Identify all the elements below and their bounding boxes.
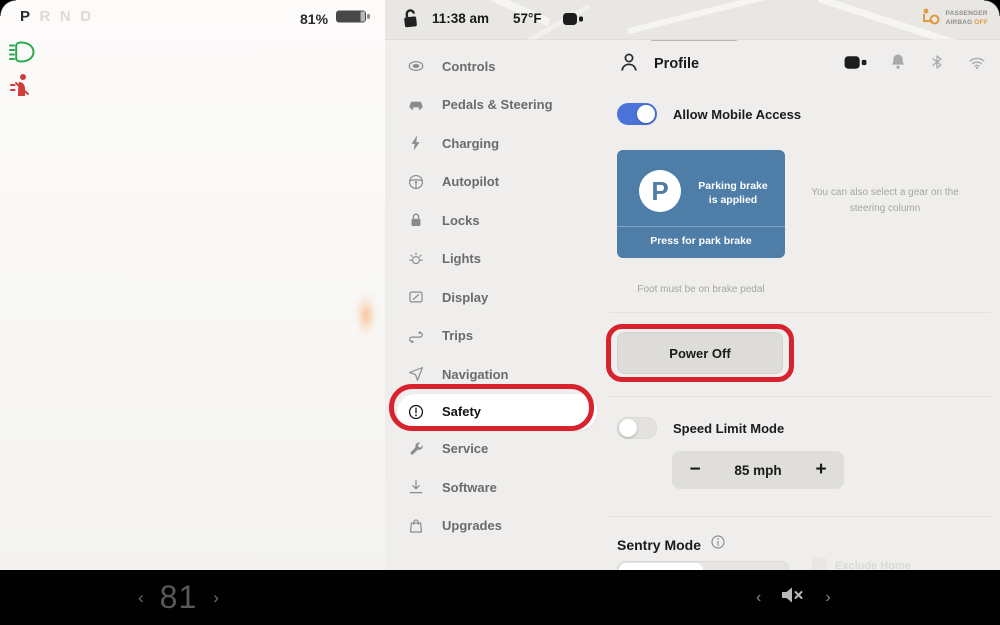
bluetooth-icon[interactable]: [928, 51, 946, 78]
dashcam-icon[interactable]: [561, 10, 585, 33]
person-icon: [617, 50, 641, 79]
volume-down-chevron[interactable]: ‹: [756, 589, 761, 607]
increase-speed-button[interactable]: +: [798, 459, 844, 481]
sentry-mode-label: Sentry Mode: [617, 537, 701, 553]
wifi-icon[interactable]: [966, 52, 988, 77]
gear-n: N: [60, 8, 71, 25]
allow-mobile-access-label: Allow Mobile Access: [673, 107, 801, 122]
menu-item-navigation[interactable]: Navigation: [397, 355, 597, 394]
exclude-home-label: Exclude Home: [835, 560, 911, 571]
outside-temperature: 57°F: [513, 11, 542, 26]
headlight-on-icon: [8, 38, 38, 71]
launcher-bar: ‹ 81 › •••: [0, 570, 1000, 625]
status-bar: 11:38 am 57°F PASSENGER AIRBAG OFF: [385, 0, 1000, 40]
airbag-warning-icon: [919, 6, 941, 31]
route-icon: [407, 327, 425, 345]
car-icon: [407, 96, 425, 114]
menu-item-locks[interactable]: Locks: [397, 201, 597, 240]
divider: [609, 312, 991, 313]
menu-item-service[interactable]: Service: [397, 430, 597, 469]
menu-item-upgrades[interactable]: Upgrades: [397, 507, 597, 546]
passenger-airbag-status: PASSENGER AIRBAG OFF: [919, 6, 988, 31]
volume-up-chevron[interactable]: ›: [825, 589, 830, 607]
display-icon: [407, 288, 425, 306]
padlock-icon: [407, 211, 425, 229]
video-camera-icon[interactable]: [843, 53, 868, 77]
cabin-temperature[interactable]: 81: [160, 579, 198, 616]
allow-mobile-access-toggle[interactable]: [617, 103, 657, 125]
park-brake-button[interactable]: P Parking brake is applied Press for par…: [617, 150, 785, 258]
park-brake-message: Parking brake is applied: [687, 179, 779, 207]
settings-menu: Controls Pedals & Steering Charging Auto…: [397, 47, 597, 545]
menu-item-autopilot[interactable]: Autopilot: [397, 163, 597, 202]
settings-panel: Controls Pedals & Steering Charging Auto…: [385, 40, 1000, 570]
park-card-divider: [617, 226, 785, 227]
gear-note: You can also select a gear on the steeri…: [795, 185, 975, 216]
menu-item-trips[interactable]: Trips: [397, 317, 597, 356]
tail-light-glow: [358, 292, 374, 338]
battery-status: 81%: [300, 8, 371, 30]
temp-down-chevron[interactable]: ‹: [138, 588, 144, 608]
gear-r: R: [40, 8, 51, 25]
speed-limit-mode-row: Speed Limit Mode: [617, 417, 784, 439]
menu-item-pedals-steering[interactable]: Pedals & Steering: [397, 86, 597, 125]
power-off-button[interactable]: Power Off: [617, 332, 783, 374]
steering-wheel-icon: [407, 173, 425, 191]
menu-item-safety[interactable]: Safety: [397, 394, 597, 430]
airbag-label: PASSENGER AIRBAG OFF: [946, 10, 988, 28]
allow-mobile-access-row: Allow Mobile Access: [617, 103, 801, 125]
volume-control: ‹ ›: [756, 570, 831, 625]
speed-limit-mode-label: Speed Limit Mode: [673, 421, 784, 436]
car-visualization-area: P R N D 81%: [0, 0, 385, 570]
speed-limit-mode-toggle[interactable]: [617, 417, 657, 439]
divider: [609, 516, 991, 517]
unlocked-icon[interactable]: [398, 7, 421, 36]
sentry-mode-segmented-control[interactable]: [617, 561, 789, 570]
speed-limit-value: 85 mph: [718, 463, 798, 478]
seatbelt-warning-icon: [8, 72, 34, 105]
speed-limit-stepper: − 85 mph +: [672, 451, 844, 489]
menu-item-display[interactable]: Display: [397, 278, 597, 317]
gear-p: P: [20, 8, 31, 25]
screen-corner: [984, 0, 1000, 16]
brake-pedal-note: Foot must be on brake pedal: [617, 284, 785, 295]
muted-speaker-icon[interactable]: [779, 584, 807, 611]
sentry-segment-selected[interactable]: [619, 563, 703, 570]
download-icon: [407, 478, 425, 496]
menu-item-controls[interactable]: Controls: [397, 47, 597, 86]
gear-indicator: P R N D: [20, 8, 92, 25]
exclude-home-option[interactable]: Exclude Home: [812, 558, 911, 570]
screen-corner: [0, 0, 16, 16]
climate-temperature-control: ‹ 81 ›: [138, 570, 219, 625]
clock: 11:38 am: [432, 11, 489, 26]
bell-icon[interactable]: [888, 51, 908, 78]
info-icon[interactable]: [710, 534, 726, 555]
light-bulb-icon: [407, 250, 425, 268]
lightning-icon: [407, 134, 425, 152]
airbag-off-state: OFF: [974, 19, 988, 26]
shopping-bag-icon: [407, 517, 425, 535]
exclude-home-checkbox[interactable]: [812, 558, 827, 570]
menu-item-lights[interactable]: Lights: [397, 240, 597, 279]
park-brake-action-label: Press for park brake: [617, 235, 785, 247]
sentry-mode-header: Sentry Mode: [617, 534, 726, 555]
divider: [609, 396, 991, 397]
temp-up-chevron[interactable]: ›: [213, 588, 219, 608]
menu-item-charging[interactable]: Charging: [397, 124, 597, 163]
profile-header: Profile: [617, 51, 992, 77]
safety-settings-content: Profile Al: [605, 40, 1000, 570]
decrease-speed-button[interactable]: −: [672, 459, 718, 481]
tesla-center-screen: P R N D 81%: [0, 0, 1000, 625]
battery-icon: [335, 8, 371, 30]
navigation-arrow-icon: [407, 365, 425, 383]
profile-title[interactable]: Profile: [654, 56, 699, 72]
wrench-icon: [407, 440, 425, 458]
park-badge: P: [639, 170, 681, 212]
alert-circle-icon: [407, 403, 425, 421]
gear-d: D: [80, 8, 91, 25]
battery-percent: 81%: [300, 11, 328, 27]
car-front-icon: [407, 57, 425, 75]
menu-item-software[interactable]: Software: [397, 468, 597, 507]
